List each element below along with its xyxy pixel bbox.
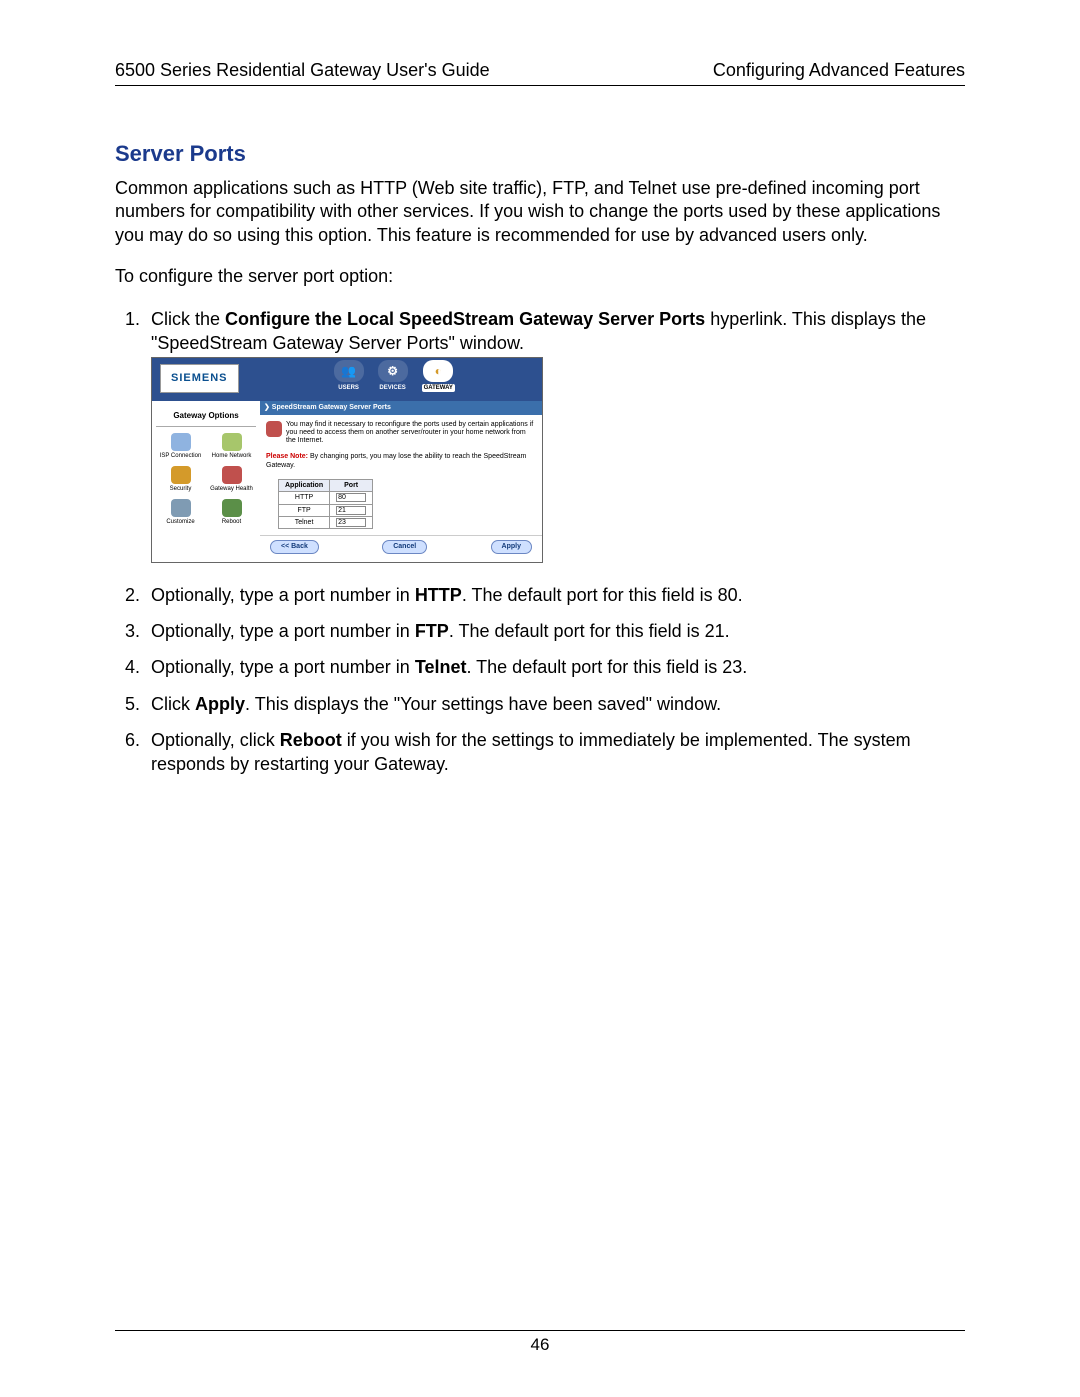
step-3-pre: Optionally, type a port number in [151, 621, 415, 641]
port-table: Application Port HTTP FTP [278, 479, 373, 530]
step-5: Click Apply. This displays the "Your set… [145, 692, 965, 716]
sidebar-label: ISP Connection [160, 453, 202, 459]
tab-users-label: USERS [338, 384, 359, 392]
table-row: HTTP [279, 492, 373, 504]
step-2-pre: Optionally, type a port number in [151, 585, 415, 605]
step-3: Optionally, type a port number in FTP. T… [145, 619, 965, 643]
sidebar-item-home[interactable]: Home Network [207, 431, 256, 462]
header-left: 6500 Series Residential Gateway User's G… [115, 60, 490, 81]
sidebar-label: Gateway Health [210, 486, 253, 492]
tab-gateway-label: GATEWAY [422, 384, 455, 392]
note-icon [266, 421, 282, 437]
step-3-post: . The default port for this field is 21. [449, 621, 730, 641]
step-4-post: . The default port for this field is 23. [466, 657, 747, 677]
button-row: << Back Cancel Apply [260, 535, 542, 561]
page-header: 6500 Series Residential Gateway User's G… [115, 60, 965, 86]
steps-list: Click the Configure the Local SpeedStrea… [115, 307, 965, 777]
sidebar-title: Gateway Options [156, 407, 256, 427]
step-5-bold: Apply [195, 694, 245, 714]
apply-button[interactable]: Apply [491, 540, 532, 553]
intro-paragraph: Common applications such as HTTP (Web si… [115, 177, 965, 247]
step-3-bold: FTP [415, 621, 449, 641]
brand-badge: SIEMENS [160, 364, 239, 393]
step-1-bold: Configure the Local SpeedStream Gateway … [225, 309, 705, 329]
app-cell: HTTP [279, 492, 330, 504]
sidebar-item-isp[interactable]: ISP Connection [156, 431, 205, 462]
tab-devices[interactable]: ⚙ DEVICES [378, 360, 408, 392]
step-6-bold: Reboot [280, 730, 342, 750]
sidebar-label: Reboot [222, 519, 241, 525]
tab-gateway[interactable]: ◐ GATEWAY [422, 360, 455, 392]
app-cell: Telnet [279, 516, 330, 528]
page-footer: 46 [115, 1330, 965, 1355]
warn-text: Please Note: By changing ports, you may … [260, 450, 542, 477]
sidebar-label: Customize [166, 519, 194, 525]
step-4-bold: Telnet [415, 657, 467, 677]
table-row: FTP [279, 504, 373, 516]
sidebar-item-security[interactable]: Security [156, 464, 205, 495]
gateway-icon: ◐ [435, 363, 442, 379]
step-2-bold: HTTP [415, 585, 462, 605]
col-port: Port [330, 479, 373, 491]
cancel-button[interactable]: Cancel [382, 540, 427, 553]
screenshot-main: ❯ SpeedStream Gateway Server Ports You m… [260, 401, 542, 562]
back-button[interactable]: << Back [270, 540, 319, 553]
warn-label: Please Note: [266, 453, 308, 460]
step-6-pre: Optionally, click [151, 730, 280, 750]
screenshot-sidebar: Gateway Options ISP Connection Home Netw… [152, 401, 260, 562]
step-4: Optionally, type a port number in Telnet… [145, 655, 965, 679]
table-row: Telnet [279, 516, 373, 528]
ftp-port-input[interactable] [336, 506, 366, 515]
devices-icon: ⚙ [387, 363, 398, 379]
breadcrumb: ❯ SpeedStream Gateway Server Ports [260, 401, 542, 414]
step-2-post: . The default port for this field is 80. [462, 585, 743, 605]
step-5-post: . This displays the "Your settings have … [245, 694, 721, 714]
sidebar-item-reboot[interactable]: Reboot [207, 497, 256, 528]
tab-devices-label: DEVICES [379, 384, 405, 392]
telnet-port-input[interactable] [336, 518, 366, 527]
header-right: Configuring Advanced Features [713, 60, 965, 81]
app-cell: FTP [279, 504, 330, 516]
tab-users[interactable]: 👥 USERS [334, 360, 364, 392]
step-1-pre: Click the [151, 309, 225, 329]
screenshot-top-bar: SIEMENS 👥 USERS ⚙ DEVICES ◐ GATEWAY [152, 358, 542, 401]
users-icon: 👥 [341, 363, 356, 379]
sidebar-item-health[interactable]: Gateway Health [207, 464, 256, 495]
http-port-input[interactable] [336, 493, 366, 502]
configure-lead: To configure the server port option: [115, 265, 965, 288]
sidebar-item-customize[interactable]: Customize [156, 497, 205, 528]
sidebar-label: Home Network [212, 453, 252, 459]
page-number: 46 [531, 1335, 550, 1354]
section-heading: Server Ports [115, 141, 965, 167]
step-2: Optionally, type a port number in HTTP. … [145, 583, 965, 607]
sidebar-label: Security [170, 486, 192, 492]
step-5-pre: Click [151, 694, 195, 714]
step-6: Optionally, click Reboot if you wish for… [145, 728, 965, 777]
gateway-screenshot: SIEMENS 👥 USERS ⚙ DEVICES ◐ GATEWAY [151, 357, 543, 563]
step-1: Click the Configure the Local SpeedStrea… [145, 307, 965, 563]
step-4-pre: Optionally, type a port number in [151, 657, 415, 677]
note-text: You may find it necessary to reconfigure… [286, 421, 536, 446]
col-application: Application [279, 479, 330, 491]
